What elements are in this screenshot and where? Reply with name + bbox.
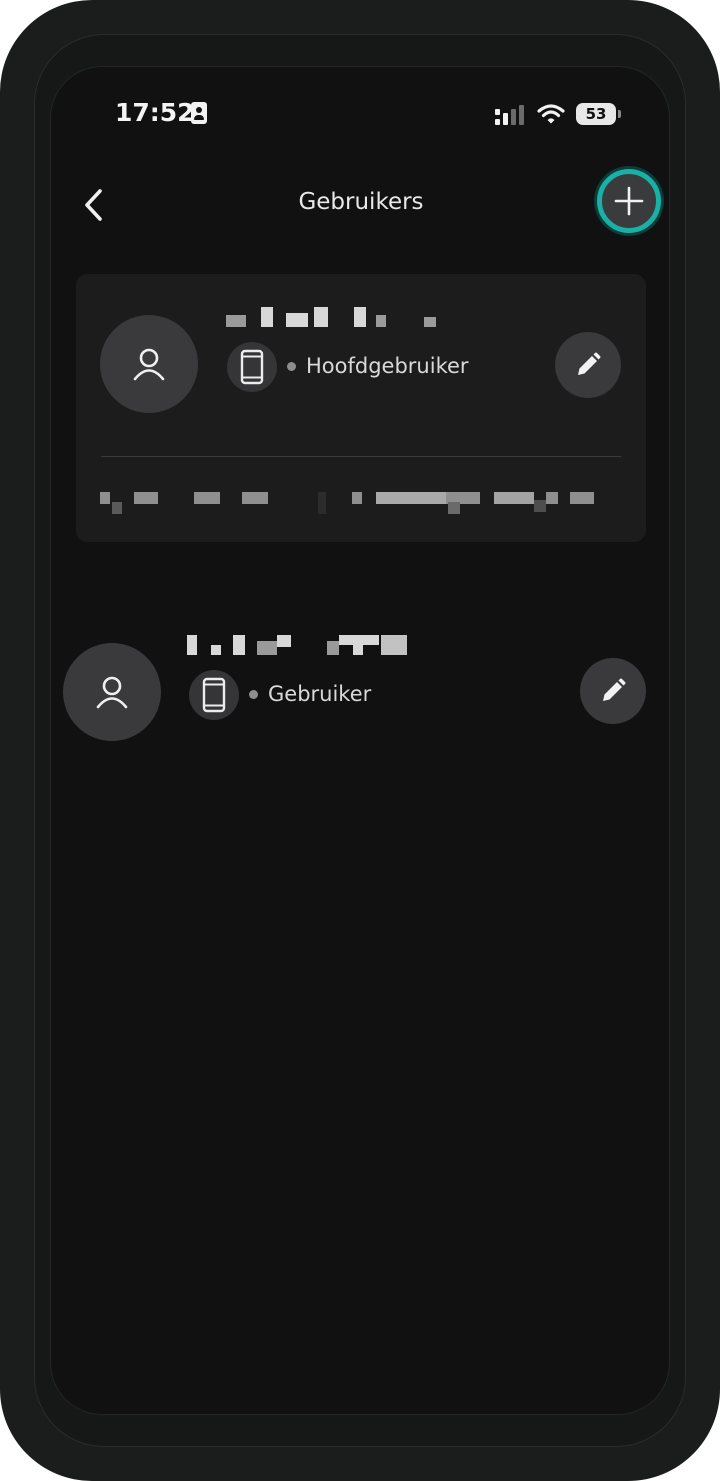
phone-frame: 17:52 53 Gebruikers Hoofdgebruiker Gebru… [0, 0, 720, 1481]
status-time: 17:52 [115, 98, 195, 127]
battery-tip [618, 110, 621, 118]
plus-icon [614, 186, 644, 216]
role-separator-dot [249, 690, 258, 699]
user-row[interactable]: Gebruiker [51, 607, 669, 757]
wifi-icon [537, 104, 565, 124]
main-user-card[interactable]: Hoofdgebruiker [76, 274, 646, 542]
app-screen: 17:52 53 Gebruikers Hoofdgebruiker Gebru… [50, 66, 670, 1415]
pencil-icon [578, 352, 601, 375]
avatar [63, 643, 161, 741]
user-name-redacted [226, 307, 438, 327]
user-role-label: Gebruiker [268, 682, 372, 706]
battery-icon: 53 [576, 103, 616, 125]
role-separator-dot [287, 362, 296, 371]
page-title: Gebruikers [298, 189, 424, 215]
smartphone-icon [202, 677, 226, 713]
person-icon [133, 348, 165, 381]
user-details-redacted [100, 492, 600, 520]
signal-icon [495, 105, 527, 125]
device-badge [189, 670, 239, 720]
smartphone-icon [240, 349, 264, 385]
pencil-icon [603, 678, 626, 701]
add-user-button[interactable] [597, 169, 661, 233]
user-role-label: Hoofdgebruiker [306, 354, 469, 378]
user-name-redacted [187, 635, 409, 655]
card-divider [101, 456, 621, 457]
edit-user-button[interactable] [580, 658, 646, 724]
device-badge [227, 342, 277, 392]
person-icon [96, 676, 128, 709]
edit-user-button[interactable] [555, 332, 621, 398]
avatar [100, 315, 198, 413]
contact-card-icon [191, 102, 207, 124]
